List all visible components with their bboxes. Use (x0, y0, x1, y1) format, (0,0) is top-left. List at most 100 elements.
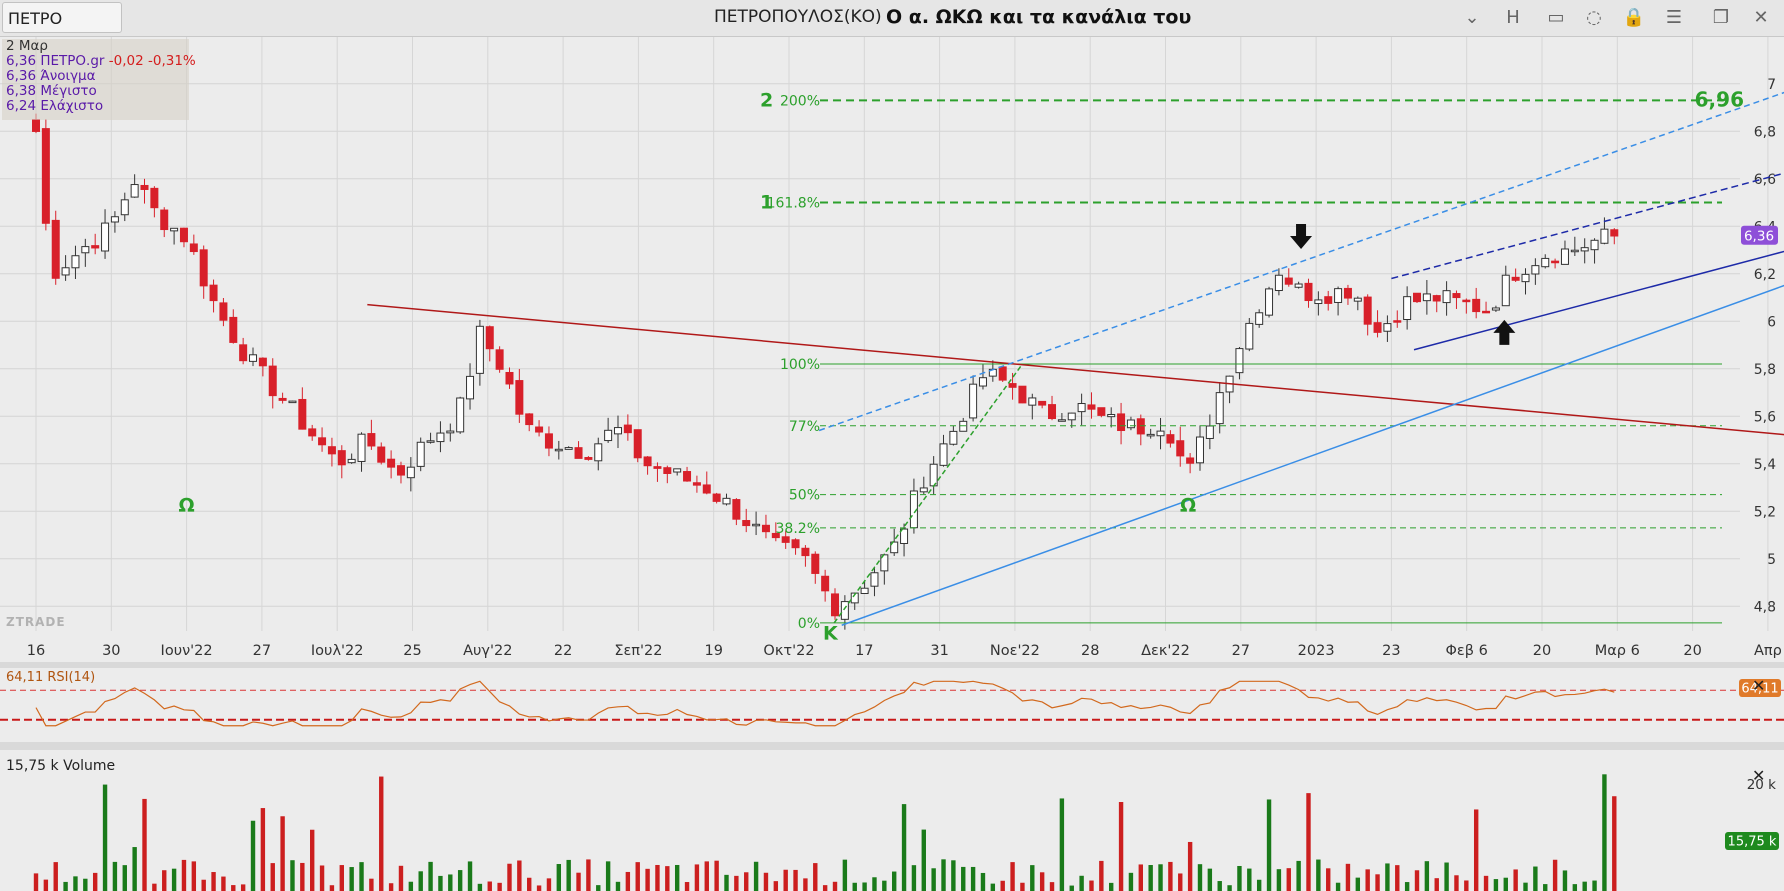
x-tick-label: Σεπ'22 (614, 643, 662, 659)
candle-body (633, 429, 642, 459)
volume-bar (1365, 869, 1370, 891)
candle-body (1501, 274, 1510, 307)
candle-body (1413, 292, 1422, 303)
candle-body (594, 443, 603, 462)
candle-body (347, 458, 356, 464)
candle-body (357, 433, 366, 462)
volume-bar (724, 874, 729, 891)
candle-body (1541, 257, 1550, 268)
volume-bar (970, 866, 976, 891)
volume-bar (862, 882, 867, 891)
x-tick-label: Μαρ 6 (1595, 643, 1640, 659)
volume-bar (1513, 869, 1518, 891)
candle-body (1087, 404, 1096, 410)
volume-bar (428, 861, 433, 891)
candle-body (663, 467, 672, 474)
legend-low: 6,24 Ελάχιστο (6, 98, 104, 114)
volume-bar (753, 861, 759, 891)
x-tick-label: 27 (1232, 643, 1250, 659)
volume-bar (1414, 870, 1420, 891)
volume-bar (300, 862, 305, 891)
volume-bar (142, 798, 147, 891)
volume-bar (842, 859, 848, 891)
panel-splitter (0, 662, 1784, 668)
volume-bar (1473, 809, 1479, 891)
y-tick-label: 5,4 (1754, 457, 1776, 473)
candle-body (1274, 274, 1283, 292)
candle-body (1521, 273, 1530, 283)
volume-bar (171, 868, 177, 891)
volume-bar (92, 872, 98, 891)
volume-bar (1256, 879, 1262, 891)
candle-body (801, 547, 810, 557)
volume-bar (1010, 862, 1015, 891)
volume-bar (349, 867, 354, 891)
legend-open: 6,36 Άνοιγμα (6, 68, 96, 84)
rsi-close-icon[interactable]: ✕ (1752, 676, 1765, 695)
volume-close-icon[interactable]: ✕ (1752, 766, 1765, 785)
volume-bar (576, 872, 581, 891)
candle-body (949, 430, 958, 445)
candle-body (387, 458, 396, 468)
candle-body (475, 325, 484, 374)
x-tick-label: Αυγ'22 (463, 643, 512, 659)
candle-body (81, 246, 90, 254)
volume-bar (63, 881, 68, 891)
x-tick-label: 2023 (1298, 643, 1335, 659)
volume-bar (1424, 861, 1430, 891)
candle-body (1482, 310, 1491, 314)
y-tick-label: 7 (1767, 77, 1776, 93)
volume-bar (832, 881, 838, 891)
candle-body (998, 366, 1007, 381)
fib-level-label: 50% (789, 488, 820, 504)
volume-bar (951, 860, 956, 891)
fib-level-label: 161.8% (767, 196, 820, 212)
x-tick-label: 22 (554, 643, 572, 659)
candle-body (692, 482, 701, 486)
volume-bar (1592, 880, 1597, 891)
ohlc-legend: 2 Μαρ 6,36 ΠΕΤΡΟ.gr -0,02 -0,31% 6,36 Άν… (2, 39, 196, 120)
candle-body (584, 457, 593, 460)
volume-bar (803, 878, 808, 891)
volume-bar (162, 870, 167, 891)
y-tick-label: 6,2 (1754, 267, 1776, 283)
volume-bar (1207, 868, 1213, 891)
candle-body (939, 443, 948, 466)
volume-bar (497, 882, 502, 891)
candle-body (1560, 248, 1569, 265)
candle-body (189, 243, 198, 253)
candle-body (1363, 296, 1372, 325)
volume-bar (388, 883, 394, 891)
candle-body (229, 316, 238, 343)
candle-body (1077, 403, 1086, 413)
volume-bar (240, 884, 246, 891)
candle-body (673, 468, 682, 473)
candle-body (1284, 277, 1293, 285)
volume-bar (1306, 793, 1311, 891)
volume-bar (1523, 882, 1528, 891)
candle-body (179, 227, 188, 243)
candle-body (544, 433, 553, 449)
candle-body (959, 420, 968, 432)
volume-bar (1434, 878, 1439, 891)
x-tick-label: 25 (403, 643, 421, 659)
volume-bar (1493, 879, 1499, 891)
candle-body (1551, 260, 1560, 264)
volume-bar (191, 861, 197, 891)
y-tick-label: 4,8 (1754, 599, 1776, 615)
volume-bar (1335, 882, 1341, 891)
x-tick-label: Οκτ'22 (763, 643, 814, 659)
candle-body (1136, 418, 1145, 435)
volume-bar (1168, 861, 1173, 891)
candle-body (268, 365, 277, 397)
candle-body (426, 440, 435, 443)
candle-body (554, 448, 563, 452)
volume-bar (1276, 869, 1282, 891)
candle-body (1610, 229, 1619, 237)
volume-bar (1602, 774, 1607, 891)
volume-bar (655, 864, 660, 891)
candle-body (446, 430, 455, 434)
volume-bar (556, 864, 562, 891)
chart-canvas[interactable]: 76,86,66,46,265,85,65,45,254,81630Ιουν'2… (0, 0, 1784, 891)
volume-bar (122, 865, 127, 891)
